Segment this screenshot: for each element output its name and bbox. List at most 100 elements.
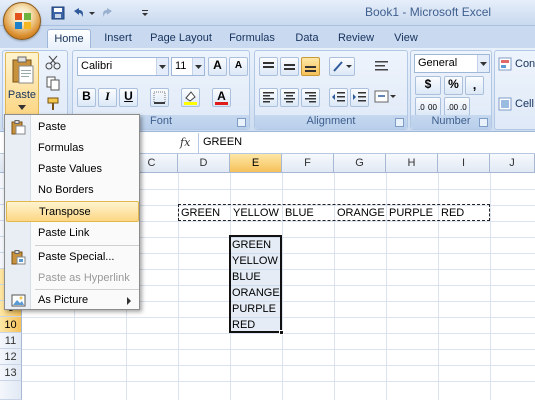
tab-home[interactable]: Home [47,29,91,48]
tab-page-layout[interactable]: Page Layout [148,29,214,48]
cell-e-transposed[interactable]: ORANGE [230,285,282,301]
menu-item-paste-link[interactable]: Paste Link [6,223,139,244]
tab-formulas[interactable]: Formulas [226,29,278,48]
redo-icon[interactable] [100,5,116,21]
font-name-combo[interactable]: Calibri [77,57,169,76]
menu-item-label: Paste [38,121,67,133]
cut-icon[interactable] [45,54,64,73]
font-dialog-launcher-icon[interactable] [237,118,246,127]
font-color-glyph: A [217,89,226,103]
font-color-icon[interactable]: A [212,88,231,107]
increase-decimal-icon[interactable]: .0 00 [415,97,441,116]
cell-e-transposed[interactable]: GREEN [230,237,273,253]
italic-button[interactable]: I [98,88,117,107]
tab-insert[interactable]: Insert [98,29,138,48]
column-header-i[interactable]: I [438,154,490,173]
bold-button[interactable]: B [77,88,96,107]
conditional-formatting-button[interactable]: Con [498,55,535,73]
save-icon[interactable] [50,5,66,21]
submenu-arrow-icon [127,297,131,305]
menu-item-label: Paste Link [38,227,90,239]
row-header-10[interactable]: 10 [0,317,22,333]
menu-item-no-borders[interactable]: No Borders [6,180,139,201]
tab-data[interactable]: Data [290,29,324,48]
menu-item-transpose[interactable]: Transpose [6,201,139,222]
align-left-icon[interactable] [259,88,278,107]
gridline [22,349,535,350]
paste-button[interactable]: Paste [5,52,39,116]
increase-indent-icon[interactable] [350,88,369,107]
borders-icon[interactable] [150,88,169,107]
cell-e-transposed[interactable]: RED [230,317,257,333]
comma-button[interactable]: , [465,76,484,95]
column-header-f[interactable]: F [282,154,334,173]
tab-review[interactable]: Review [334,29,378,48]
menu-item-label: Paste Values [38,163,103,175]
cell-e-transposed[interactable]: YELLOW [230,253,280,269]
svg-text:.0: .0 [418,103,425,112]
menu-item-as-picture[interactable]: As Picture [6,290,139,311]
number-group: General $ % , .0 00 .00.0 Number [410,50,492,130]
align-center-icon[interactable] [280,88,299,107]
orientation-icon[interactable] [329,57,355,76]
copy-icon[interactable] [45,75,64,94]
align-right-icon[interactable] [301,88,320,107]
menu-item-paste-values[interactable]: Paste Values [6,159,139,180]
undo-icon[interactable] [70,5,86,21]
currency-button[interactable]: $ [415,76,441,95]
cell-styles-button[interactable]: Cell [498,95,535,113]
column-header-d[interactable]: D [178,154,230,173]
fill-handle[interactable] [279,330,284,335]
fx-icon[interactable]: fx [180,136,190,149]
percent-button[interactable]: % [444,76,463,95]
align-bottom-icon[interactable] [301,57,320,76]
fill-color-icon[interactable] [181,88,200,107]
column-header-j[interactable]: J [490,154,535,173]
cell-e-transposed[interactable]: BLUE [230,269,263,285]
align-middle-icon[interactable] [280,57,299,76]
underline-button[interactable]: U [119,88,138,107]
column-header-e[interactable]: E [230,154,282,173]
ribbon-tabs: Home Insert Page Layout Formulas Data Re… [0,26,535,48]
cell-e-transposed[interactable]: PURPLE [230,301,278,317]
font-name-value: Calibri [81,60,113,72]
chevron-down-icon [192,58,204,75]
office-button[interactable] [3,2,41,40]
number-dialog-launcher-icon[interactable] [479,118,488,127]
format-painter-icon[interactable] [45,96,64,115]
column-header-g[interactable]: G [334,154,386,173]
window-title: Book1 - Microsoft Excel [365,5,492,19]
row-header-12[interactable]: 12 [0,349,22,365]
wrap-text-icon[interactable] [373,57,392,76]
align-top-icon[interactable] [259,57,278,76]
column-header-h[interactable]: H [386,154,438,173]
decrease-decimal-icon[interactable]: .00.0 [444,97,470,116]
number-format-combo[interactable]: General [414,54,490,73]
row-header-11[interactable]: 11 [0,333,22,349]
styles-group: Con Cell [494,50,535,130]
paste-special-icon [11,250,26,265]
menu-item-label: Transpose [39,206,91,218]
svg-text:.00: .00 [447,103,459,112]
tab-view[interactable]: View [388,29,424,48]
decrease-indent-icon[interactable] [329,88,348,107]
undo-dropdown-icon[interactable] [88,5,96,21]
paste-icon [11,120,26,135]
shrink-font-icon: A [234,60,243,71]
alignment-group-label: Alignment [255,115,407,129]
merge-center-icon[interactable] [373,88,396,107]
menu-item-paste[interactable]: Paste [6,117,139,138]
row-header-13[interactable]: 13 [0,365,22,381]
menu-item-label: Paste as Hyperlink [38,272,130,284]
font-size-combo[interactable]: 11 [171,57,205,76]
menu-item-formulas[interactable]: Formulas [6,138,139,159]
grow-font-button[interactable]: A [208,57,227,76]
chevron-down-icon [18,105,26,110]
cell-styles-icon [498,97,512,111]
shrink-font-button[interactable]: A [229,57,248,76]
customize-qat-icon[interactable] [140,5,150,21]
alignment-dialog-launcher-icon[interactable] [395,118,404,127]
row-header[interactable] [0,381,22,400]
menu-item-paste-special[interactable]: Paste Special... [6,247,139,268]
formula-input[interactable]: GREEN [198,133,535,154]
